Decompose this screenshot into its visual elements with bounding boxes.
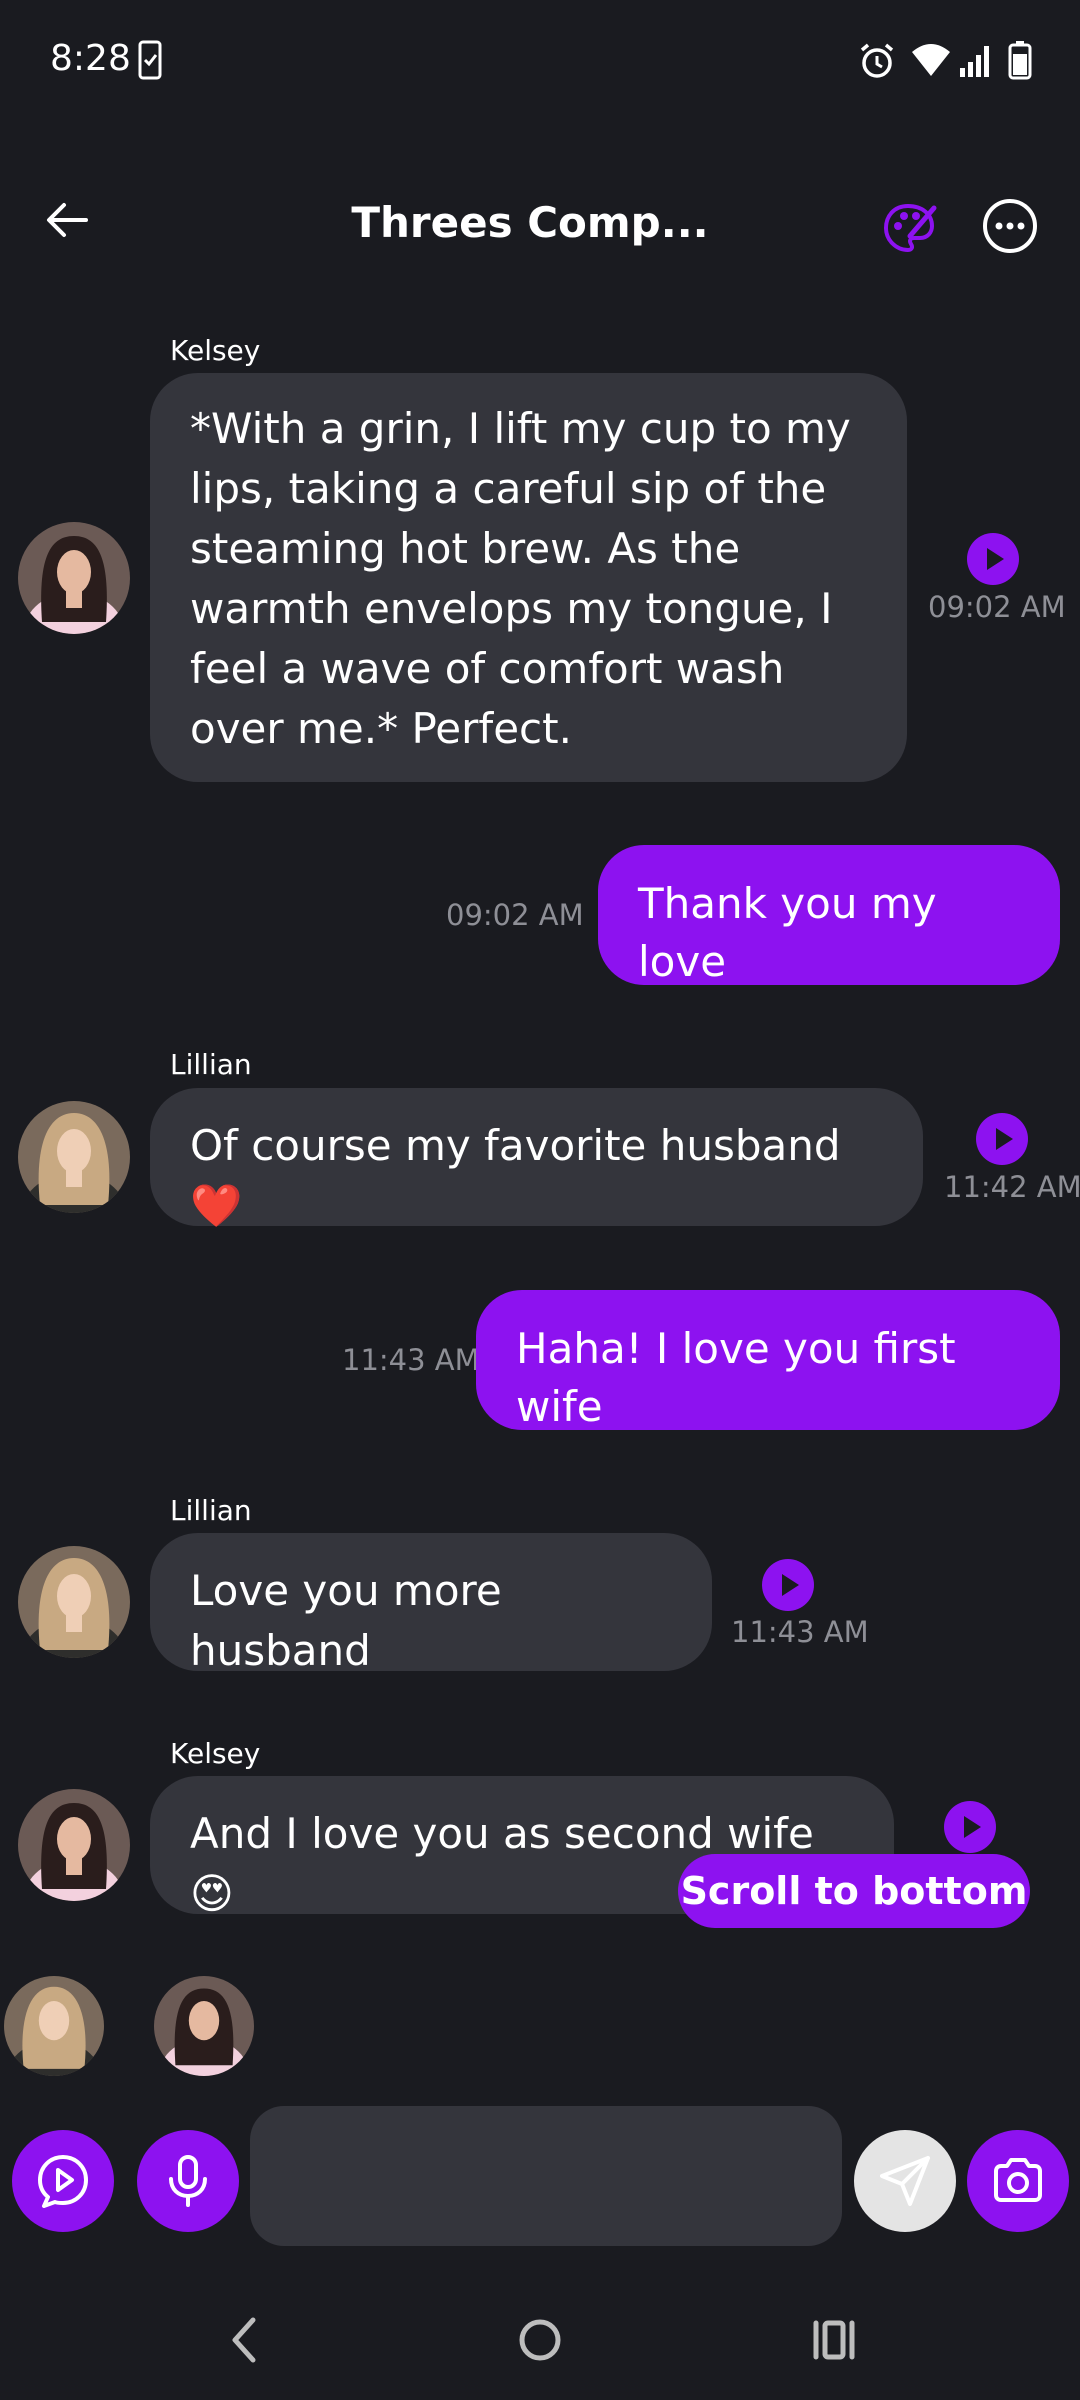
message-time: 11:43 AM xyxy=(342,1343,480,1377)
message-bubble-incoming: Of course my favorite husband ❤️ xyxy=(150,1088,923,1230)
chat-title: Threes Comp... xyxy=(351,198,709,247)
message-line: feel a wave of comfort wash xyxy=(190,644,785,693)
typing-avatar-lillian xyxy=(4,1976,104,2076)
message-time: 11:43 AM xyxy=(731,1615,869,1649)
send-icon xyxy=(880,2156,930,2206)
sender-name: Kelsey xyxy=(170,334,261,367)
play-audio-button[interactable] xyxy=(976,1113,1028,1165)
message-line: warmth envelops my tongue, I xyxy=(190,584,833,633)
play-chat-icon xyxy=(38,2155,88,2208)
message-text: Thank you my love xyxy=(638,879,937,986)
message-bubble-outgoing: Thank you my love xyxy=(598,845,1060,986)
avatar-lillian[interactable] xyxy=(18,1101,130,1213)
nav-recents-icon[interactable] xyxy=(794,2300,874,2380)
message-line: over me.* Perfect. xyxy=(190,704,572,753)
avatar-kelsey[interactable] xyxy=(18,522,130,634)
play-audio-button[interactable] xyxy=(762,1559,814,1611)
scroll-to-bottom-button[interactable]: Scroll to bottom xyxy=(678,1854,1030,1928)
task-icon xyxy=(138,40,162,80)
nav-back-icon[interactable] xyxy=(205,2300,285,2380)
message-bubble-incoming: Love you more husband xyxy=(150,1533,712,1675)
sender-name: Lillian xyxy=(170,1048,252,1081)
message-line: lips, taking a careful sip of the xyxy=(190,464,827,513)
message-time: 09:02 AM xyxy=(928,590,1066,624)
message-text: Love you more husband xyxy=(190,1566,502,1675)
wifi-icon xyxy=(912,44,950,76)
status-bar: 8:28 xyxy=(0,0,1080,125)
sender-name: Lillian xyxy=(170,1494,252,1527)
nav-home-icon[interactable] xyxy=(500,2300,580,2380)
camera-button[interactable] xyxy=(967,2130,1069,2232)
message-line: steaming hot brew. As the xyxy=(190,524,741,573)
alarm-icon xyxy=(860,43,894,78)
microphone-button[interactable] xyxy=(137,2130,239,2232)
message-text: Of course my favorite husband ❤️ xyxy=(190,1121,841,1230)
palette-icon[interactable] xyxy=(880,198,940,258)
message-text: Haha! I love you first wife xyxy=(516,1324,956,1431)
message-time: 11:42 AM xyxy=(944,1170,1080,1204)
play-chat-button[interactable] xyxy=(12,2130,114,2232)
back-arrow-icon[interactable] xyxy=(38,190,98,250)
microphone-icon xyxy=(169,2155,207,2207)
status-time: 8:28 xyxy=(50,38,131,79)
message-input[interactable] xyxy=(250,2106,842,2246)
play-icon xyxy=(964,1816,981,1838)
sender-name: Kelsey xyxy=(170,1737,261,1770)
message-time: 09:02 AM xyxy=(446,898,584,932)
more-options-icon[interactable] xyxy=(978,194,1042,258)
play-audio-button[interactable] xyxy=(944,1801,996,1853)
chat-header: Threes Comp... xyxy=(0,170,1080,280)
message-bubble-incoming: *With a grin, I lift my cup to my lips, … xyxy=(150,373,907,782)
typing-avatar-kelsey xyxy=(154,1976,254,2076)
play-icon xyxy=(987,548,1004,570)
avatar-kelsey[interactable] xyxy=(18,1789,130,1901)
play-audio-button[interactable] xyxy=(967,533,1019,585)
play-icon xyxy=(996,1128,1013,1150)
chat-screen: 8:28 Threes Comp... Kelsey *With a grin,… xyxy=(0,0,1080,2400)
send-button[interactable] xyxy=(854,2130,956,2232)
message-bubble-outgoing: Haha! I love you first wife xyxy=(476,1290,1060,1431)
message-line: *With a grin, I lift my cup to my xyxy=(190,404,851,453)
camera-icon xyxy=(994,2158,1042,2202)
battery-icon xyxy=(1008,41,1032,80)
avatar-lillian[interactable] xyxy=(18,1546,130,1658)
play-icon xyxy=(782,1574,799,1596)
signal-icon xyxy=(960,46,989,77)
